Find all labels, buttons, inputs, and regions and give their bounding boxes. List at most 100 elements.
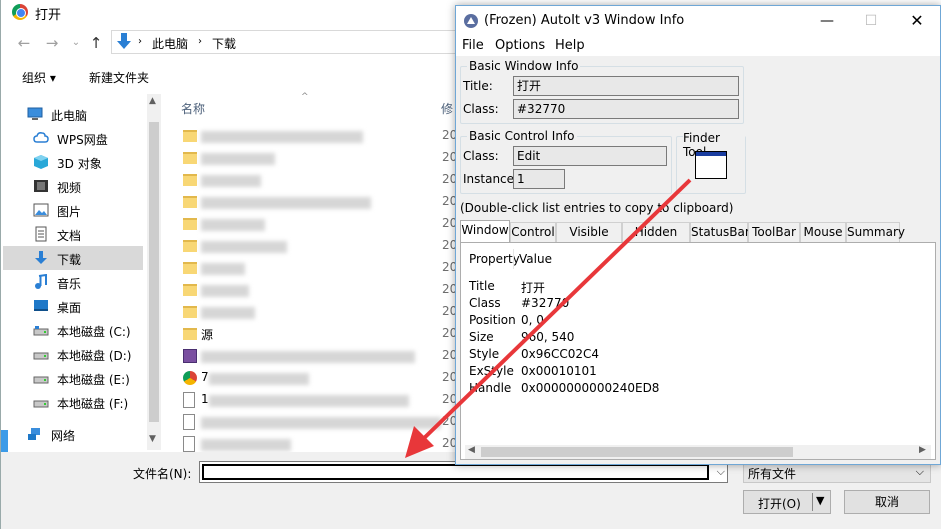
file-name: 源 xyxy=(201,328,214,342)
list-item[interactable] xyxy=(183,412,441,434)
table-row[interactable]: ExStyle 0x00010101 xyxy=(465,364,925,381)
recent-chevron-icon[interactable]: ⌄ xyxy=(67,33,85,53)
new-folder-button[interactable]: 新建文件夹 xyxy=(89,69,149,86)
breadcrumb-downloads[interactable]: 下载 xyxy=(212,35,236,52)
menu-file[interactable]: File xyxy=(462,38,484,53)
menu-help[interactable]: Help xyxy=(555,38,585,53)
column-header-name[interactable]: 名称 xyxy=(181,100,205,117)
list-item[interactable] xyxy=(183,280,423,302)
sidebar-item-music[interactable]: 音乐 xyxy=(3,270,143,294)
tab-statusbar[interactable]: StatusBar xyxy=(690,222,750,242)
control-class-field[interactable]: Edit xyxy=(513,146,667,166)
chevron-down-icon[interactable]: ⌵ xyxy=(717,465,725,479)
breadcrumb-this-pc[interactable]: 此电脑 xyxy=(152,35,188,52)
scroll-right-icon[interactable]: ▶ xyxy=(919,445,926,455)
folder-icon xyxy=(183,262,197,274)
list-item[interactable] xyxy=(183,258,423,280)
property-list[interactable]: Property Value Title 打开 Class #32770 Posit… xyxy=(465,247,931,445)
sidebar-item-wps[interactable]: WPS网盘 xyxy=(3,126,143,150)
blurred-name xyxy=(209,373,309,385)
blurred-name xyxy=(201,285,249,297)
sidebar-item-drive-e[interactable]: 本地磁盘 (E:) xyxy=(3,366,143,390)
window-class-field[interactable]: #32770 xyxy=(513,99,739,119)
list-item[interactable] xyxy=(183,236,423,258)
up-arrow-icon[interactable]: ↑ xyxy=(87,33,105,53)
column-header-value[interactable]: Value xyxy=(519,249,552,269)
address-bar[interactable]: › 此电脑 › 下载 xyxy=(111,30,461,54)
list-item[interactable] xyxy=(183,170,423,192)
sidebar-item-documents[interactable]: 文档 xyxy=(3,222,143,246)
tab-visible-text[interactable]: Visible Text xyxy=(556,222,622,257)
table-row[interactable]: Class #32770 xyxy=(465,296,925,313)
property-value: 打开 xyxy=(521,281,546,295)
class-label: Class: xyxy=(463,102,499,116)
tab-window[interactable]: Window xyxy=(460,220,510,243)
sidebar-item-drive-d[interactable]: 本地磁盘 (D:) xyxy=(3,342,143,366)
sidebar-item-this-pc[interactable]: 此电脑 xyxy=(3,102,143,126)
sidebar-item-label: 网络 xyxy=(51,429,76,443)
file-name-label: 文件名(N): xyxy=(133,467,192,481)
maximize-icon[interactable]: ☐ xyxy=(856,10,886,32)
table-row[interactable]: Style 0x96CC02C4 xyxy=(465,347,925,364)
list-item[interactable]: 源 xyxy=(183,324,423,346)
list-item[interactable] xyxy=(183,214,423,236)
scroll-left-icon[interactable]: ◀ xyxy=(468,445,475,455)
table-row[interactable]: Size 960, 540 xyxy=(465,330,925,347)
folder-icon xyxy=(183,306,197,318)
organize-button[interactable]: 组织 ▾ xyxy=(22,69,56,86)
tab-hidden-text[interactable]: Hidden Text xyxy=(622,222,690,257)
sidebar-item-videos[interactable]: 视频 xyxy=(3,174,143,198)
cancel-button[interactable]: 取消 xyxy=(844,490,930,514)
sidebar-item-3d-objects[interactable]: 3D 对象 xyxy=(3,150,143,174)
table-row[interactable]: Handle 0x0000000000240ED8 xyxy=(465,381,925,398)
list-item[interactable]: 7 xyxy=(183,368,423,390)
list-item[interactable] xyxy=(183,126,423,148)
table-row[interactable]: Position 0, 0 xyxy=(465,313,925,330)
sidebar-item-drive-c[interactable]: 本地磁盘 (C:) xyxy=(3,318,143,342)
table-row[interactable]: Title 打开 xyxy=(465,279,925,296)
sidebar-item-network[interactable]: 网络 xyxy=(3,422,143,446)
tab-summary[interactable]: Summary xyxy=(846,222,905,242)
tab-toolbar[interactable]: ToolBar xyxy=(748,222,800,242)
basic-window-info-group: Basic Window Info Title: 打开 Class: #3277… xyxy=(460,59,744,124)
list-item[interactable] xyxy=(183,192,423,214)
forward-arrow-icon[interactable]: → xyxy=(43,33,61,53)
list-item[interactable] xyxy=(183,302,423,324)
menu-options[interactable]: Options xyxy=(495,38,545,53)
scrollbar-thumb[interactable] xyxy=(149,122,159,422)
navigation-pane: 此电脑 WPS网盘 3D 对象 视频 图片 文档 下载 音乐 桌面 本地磁盘 (… xyxy=(3,94,161,450)
scrollbar-thumb[interactable] xyxy=(481,447,793,457)
drive-icon xyxy=(33,400,49,408)
sidebar-item-pictures[interactable]: 图片 xyxy=(3,198,143,222)
minimize-icon[interactable]: — xyxy=(812,10,842,32)
scroll-up-icon[interactable]: ▲ xyxy=(149,96,156,106)
sidebar-item-label: 此电脑 xyxy=(51,109,88,123)
property-key: ExStyle xyxy=(469,364,514,378)
drive-icon xyxy=(33,376,49,384)
property-value: #32770 xyxy=(521,296,570,310)
sidebar-item-drive-f[interactable]: 本地磁盘 (F:) xyxy=(3,390,143,414)
column-header-date[interactable]: 修 xyxy=(441,100,453,117)
list-item[interactable] xyxy=(183,346,423,368)
close-icon[interactable]: ✕ xyxy=(902,10,932,32)
scroll-down-icon[interactable]: ▼ xyxy=(149,434,156,444)
control-instance-field[interactable]: 1 xyxy=(513,169,565,189)
dropdown-arrow-icon[interactable]: ▼ xyxy=(816,494,824,507)
finder-tool-target-icon[interactable] xyxy=(695,151,727,179)
navigation-scrollbar[interactable]: ▲ ▼ xyxy=(147,94,161,450)
back-arrow-icon[interactable]: ← xyxy=(15,33,33,53)
info-tabs: Window Control Visible Text Hidden Text … xyxy=(460,220,936,257)
list-item[interactable] xyxy=(183,148,423,170)
horizontal-scrollbar[interactable]: ◀ ▶ xyxy=(465,445,931,459)
blurred-name xyxy=(201,219,265,231)
open-button[interactable]: 打开(O) ▼ xyxy=(743,490,831,514)
column-separator xyxy=(513,249,514,269)
list-item[interactable]: 1 xyxy=(183,390,423,412)
sidebar-item-desktop[interactable]: 桌面 xyxy=(3,294,143,318)
folder-icon xyxy=(183,328,197,340)
tab-mouse[interactable]: Mouse xyxy=(800,222,846,242)
tab-control[interactable]: Control xyxy=(510,222,556,242)
property-value: 0x00010101 xyxy=(521,364,597,378)
window-title-field[interactable]: 打开 xyxy=(513,76,739,96)
sidebar-item-downloads[interactable]: 下载 xyxy=(3,246,143,270)
